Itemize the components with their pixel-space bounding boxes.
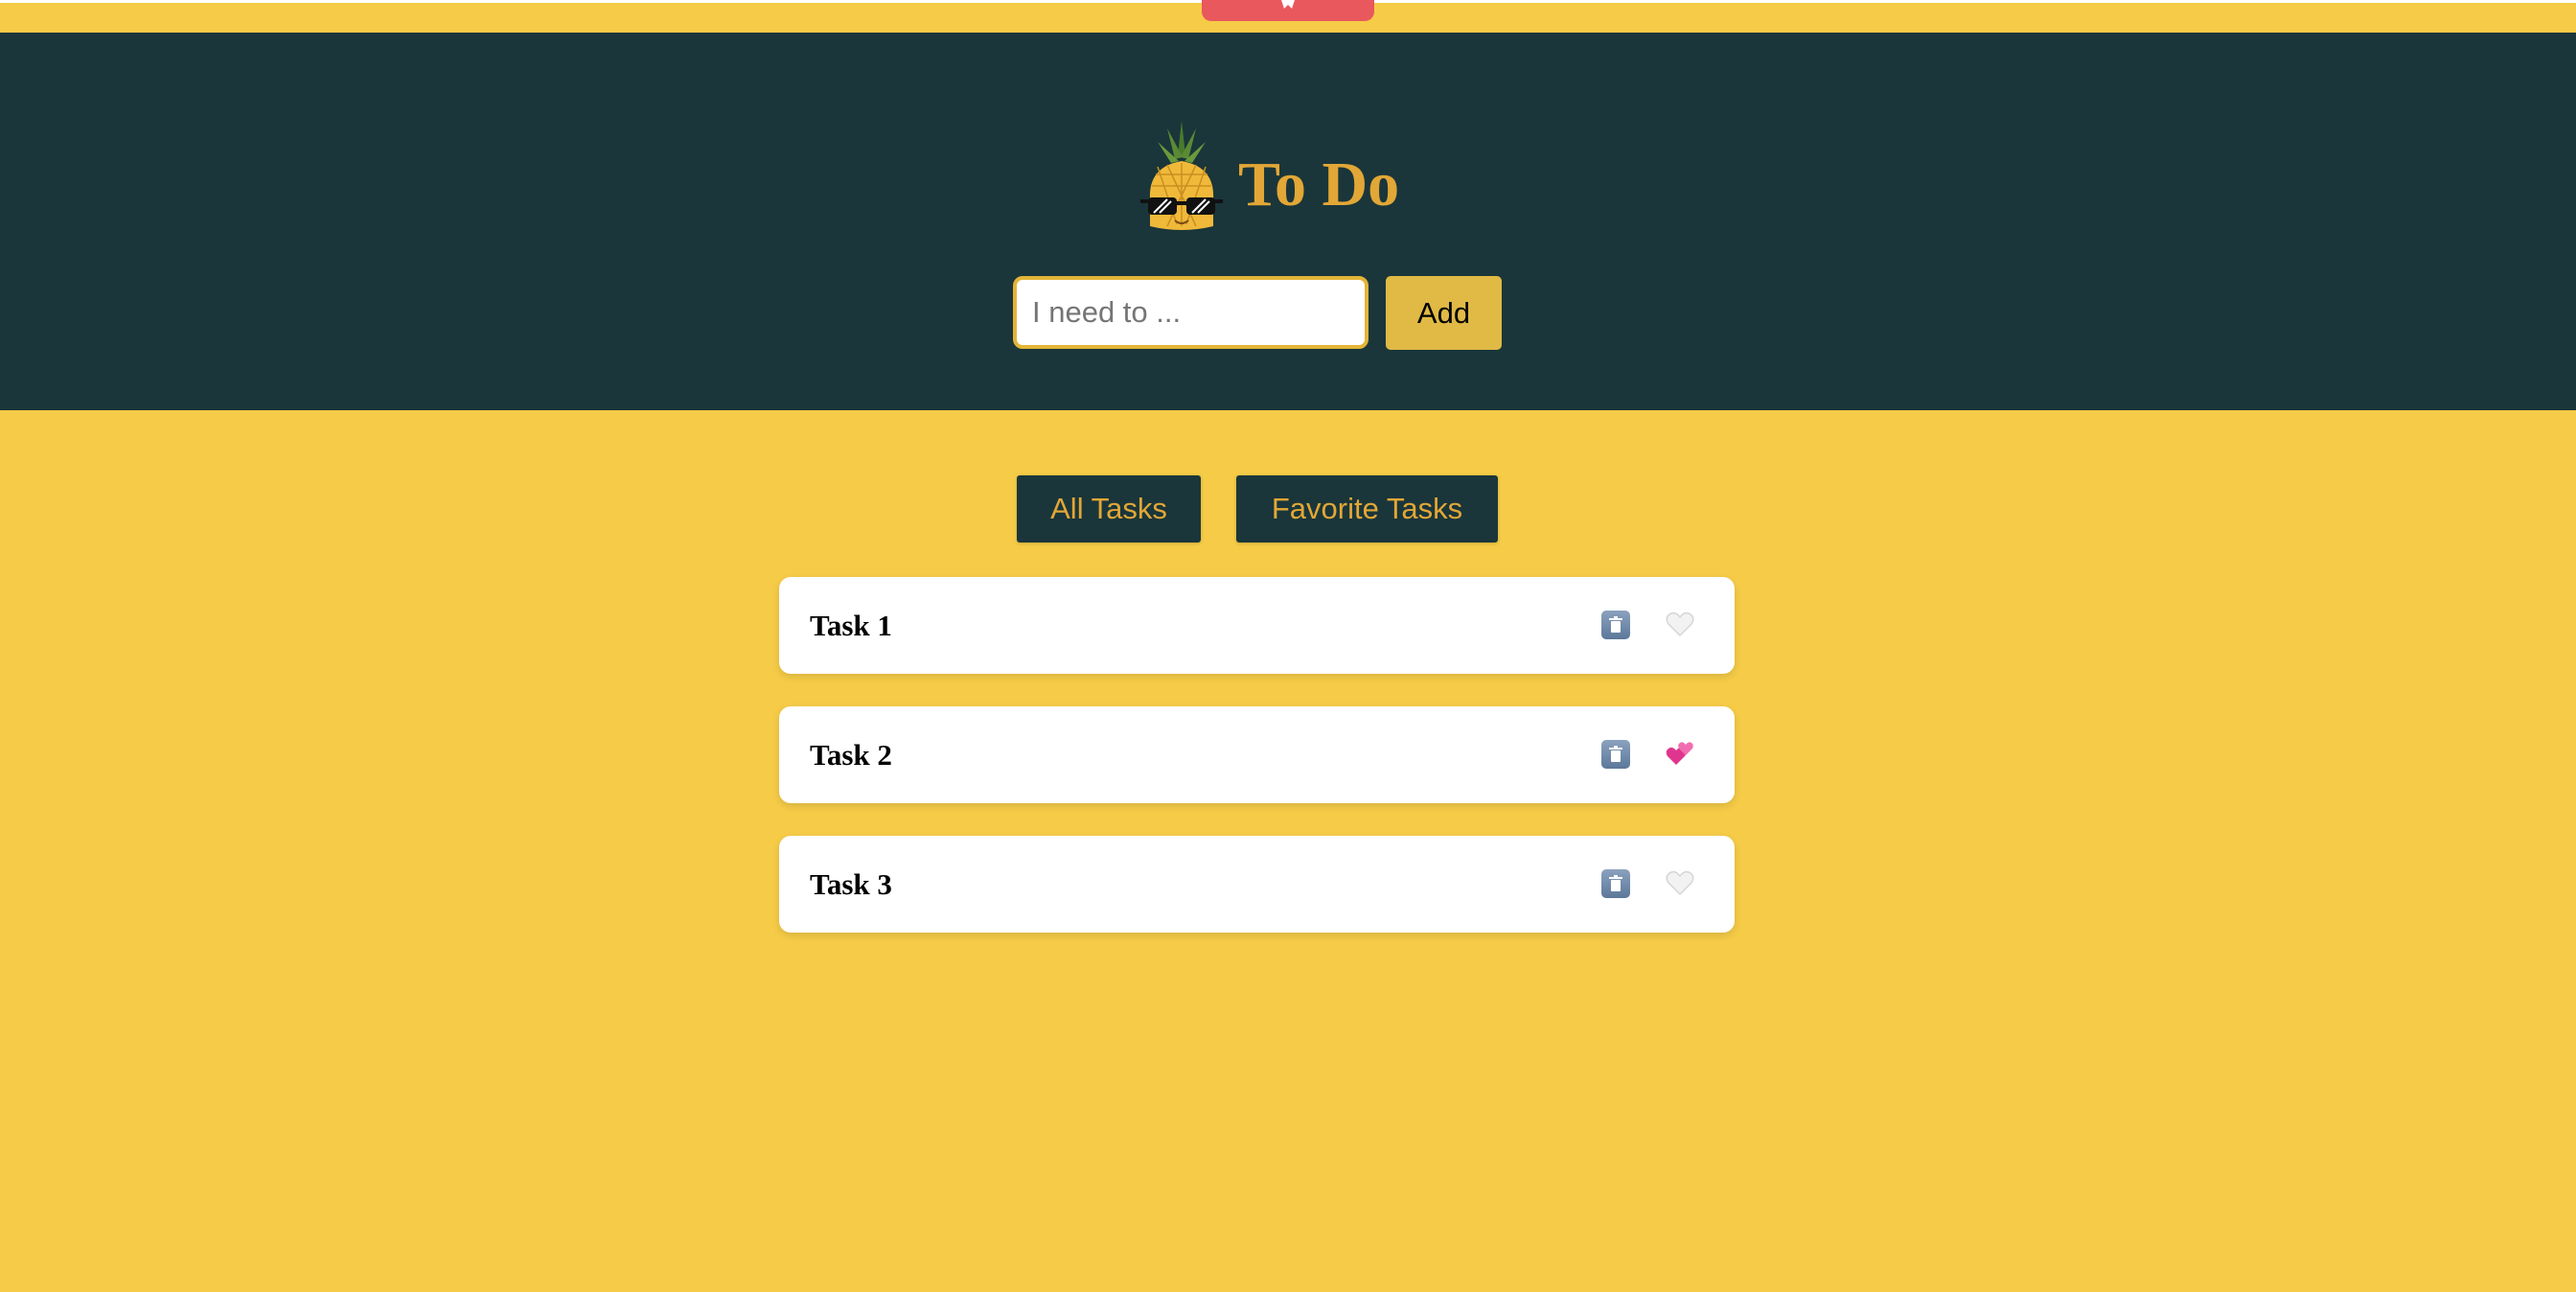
title-row: To Do	[1138, 71, 1399, 234]
task-card: Task 1	[779, 577, 1735, 674]
trash-icon[interactable]	[1601, 740, 1630, 769]
two-hearts-icon[interactable]	[1665, 740, 1695, 769]
app-title: To Do	[1238, 150, 1400, 219]
task-card: Task 3	[779, 836, 1735, 933]
add-button[interactable]: Add	[1386, 276, 1502, 350]
task-title: Task 2	[810, 738, 892, 772]
task-input[interactable]	[1013, 276, 1368, 349]
trash-icon[interactable]	[1601, 869, 1630, 898]
white-heart-icon[interactable]	[1665, 869, 1695, 898]
all-tasks-button[interactable]: All Tasks	[1017, 475, 1201, 542]
task-title: Task 3	[810, 867, 892, 901]
favorite-tasks-button[interactable]: Favorite Tasks	[1236, 475, 1498, 542]
pineapple-logo-icon	[1140, 121, 1223, 230]
task-title: Task 1	[810, 609, 892, 642]
white-heart-icon[interactable]	[1665, 611, 1695, 639]
task-list: Task 1 Task 2 Task 3	[779, 577, 1735, 965]
rocket-icon	[1281, 0, 1295, 9]
top-tab[interactable]	[1202, 0, 1374, 21]
task-card: Task 2	[779, 706, 1735, 803]
trash-icon[interactable]	[1601, 611, 1630, 639]
